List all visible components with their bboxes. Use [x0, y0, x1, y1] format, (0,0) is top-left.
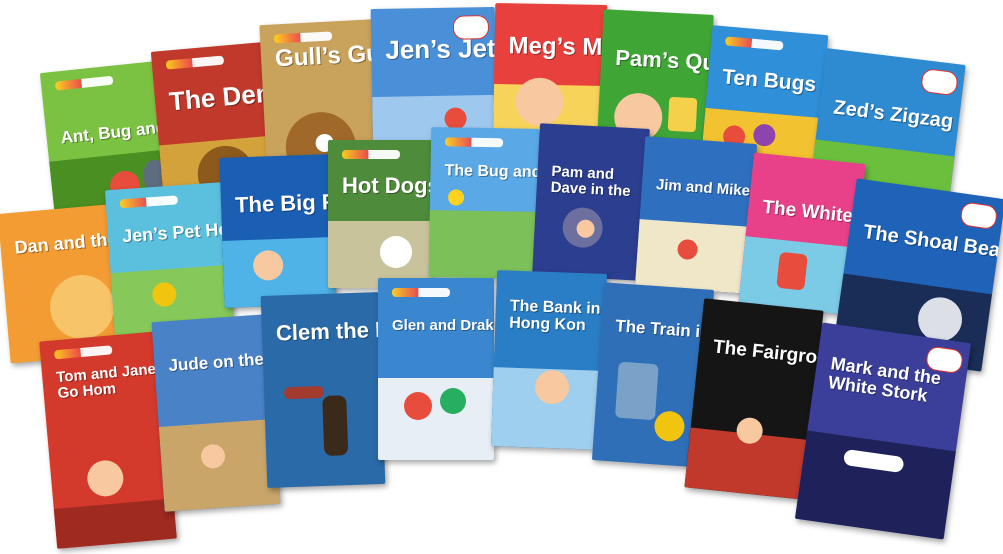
book-title: Ten Bugs — [721, 65, 818, 97]
book-jim-and-mike: Jim and Mike’s Ti — [634, 136, 758, 294]
book-title: Jude on the Du — [167, 347, 281, 376]
book-collection-photo: Ant, Bug and C The Den Gull’s Gu Jen’s J… — [0, 0, 1003, 554]
book-mark-and-stork: Mark and the White Stork — [794, 322, 972, 540]
book-hot-dogs: Hot Dogs — [328, 140, 432, 288]
book-title: The Shoal Beast — [861, 220, 1003, 265]
book-title: Hot Dogs — [342, 173, 432, 198]
book-title: Meg’s Ma — [508, 32, 608, 62]
book-the-bug-and: The Bug and the — [428, 127, 540, 279]
book-title: The Big Fi — [234, 188, 337, 218]
book-the-bank: The Bank in Hong Kon — [490, 270, 608, 450]
book-title: Glen and Drake’s Tri — [392, 317, 494, 334]
book-title: The Train in Sp — [614, 316, 714, 343]
book-pam-and-dave: Pam and Dave in the — [532, 123, 650, 281]
book-the-big-fish: The Big Fi — [219, 154, 337, 308]
book-title: Jen’s Jet — [385, 32, 496, 65]
book-title: Zed’s Zigzag — [832, 96, 955, 133]
book-title: The Bank in Hong Kon — [508, 297, 601, 335]
book-title: Tom and Jane Go Hom — [55, 360, 157, 402]
book-jens-pet: Jen’s Pet He — [104, 181, 236, 341]
book-title: Ant, Bug and C — [59, 115, 184, 148]
book-title: Gull’s Gu — [274, 39, 382, 73]
book-title: The Den — [167, 77, 273, 117]
book-glen-and-drake: Glen and Drake’s Tri — [378, 278, 494, 460]
book-clem-the: Clem the Br — [260, 291, 386, 489]
book-jude-on-the: Jude on the Du — [151, 314, 281, 512]
book-title: Jim and Mike’s Ti — [655, 176, 758, 202]
book-title: The Fairground — [712, 336, 824, 372]
book-title: Pam’s Qui — [614, 44, 714, 76]
book-title: The Bug and the — [444, 162, 540, 181]
book-title: Clem the Br — [275, 316, 386, 346]
book-title: The White Fis — [761, 196, 865, 231]
book-title: Jen’s Pet He — [121, 218, 229, 247]
book-title: Pam and Dave in the — [550, 162, 632, 200]
